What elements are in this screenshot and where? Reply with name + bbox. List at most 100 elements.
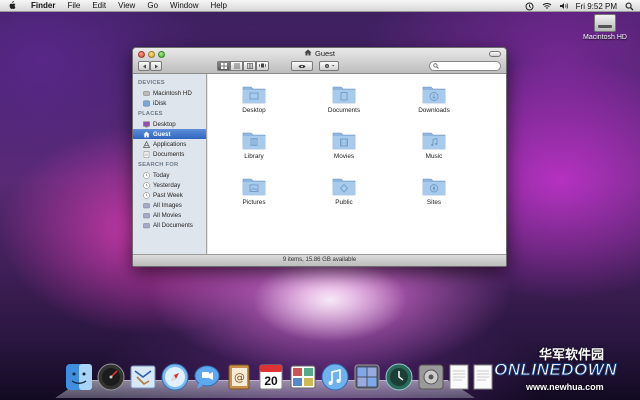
forward-button[interactable] <box>150 61 162 71</box>
dock-item-photo-booth[interactable] <box>288 362 318 392</box>
sidebar-header-search: SEARCH FOR <box>138 162 179 168</box>
folder-item-movies[interactable]: Movies <box>314 130 374 160</box>
clock-icon <box>143 181 150 189</box>
dock-item-dashboard[interactable] <box>96 362 126 392</box>
dock-item-ical[interactable]: 20 <box>256 362 286 392</box>
smart-folder-icon <box>143 212 150 218</box>
dock-item-mail[interactable] <box>128 362 158 392</box>
finder-window: Guest DEVICES Macintosh HD iDisk PLACES … <box>132 47 507 267</box>
home-icon <box>304 49 312 58</box>
dock: @ 20 <box>64 358 494 392</box>
sidebar-item-today[interactable]: Today <box>133 170 206 180</box>
sidebar-item-yesterday[interactable]: Yesterday <box>133 180 206 190</box>
sidebar-item-all-movies[interactable]: All Movies <box>133 210 206 220</box>
documents-icon <box>143 150 150 158</box>
column-view-button[interactable] <box>243 61 256 71</box>
action-menu-button[interactable] <box>319 61 339 71</box>
finder-icon <box>66 364 92 390</box>
wifi-icon[interactable] <box>542 2 552 11</box>
dock-item-finder[interactable] <box>64 362 94 392</box>
window-titlebar[interactable]: Guest <box>133 48 506 74</box>
toolbar-toggle-button[interactable] <box>489 51 501 57</box>
sidebar-item-label: Past Week <box>153 191 183 199</box>
folder-item-sites[interactable]: Sites <box>404 176 464 206</box>
documents-folder-icon <box>332 84 356 104</box>
clock[interactable]: Fri 9:52 PM <box>576 2 617 11</box>
sidebar-item-desktop[interactable]: Desktop <box>133 119 206 129</box>
menu-file[interactable]: File <box>61 0 86 12</box>
dock-item-time-machine[interactable] <box>384 362 414 392</box>
sidebar-item-past-week[interactable]: Past Week <box>133 190 206 200</box>
mail-icon <box>130 365 156 389</box>
sidebar-header-devices: DEVICES <box>138 80 165 86</box>
sidebar-header-places: PLACES <box>138 111 163 117</box>
ical-icon: 20 <box>259 364 283 390</box>
idisk-icon <box>143 100 150 106</box>
sites-folder-icon <box>422 176 446 196</box>
folder-content-area: Desktop Documents Downloads Library Movi… <box>208 74 506 254</box>
coverflow-view-button[interactable] <box>256 61 269 71</box>
public-folder-icon <box>332 176 356 196</box>
dock-item-spaces[interactable] <box>352 362 382 392</box>
menu-view[interactable]: View <box>112 0 141 12</box>
list-view-button[interactable] <box>230 61 243 71</box>
desktop-hd-icon[interactable]: Macintosh HD <box>576 14 634 41</box>
dock-item-safari[interactable] <box>160 362 190 392</box>
coverflow-view-icon <box>259 63 266 68</box>
sidebar-item-applications[interactable]: Applications <box>133 139 206 149</box>
time-machine-icon[interactable] <box>525 2 535 11</box>
sidebar-item-label: iDisk <box>153 99 167 107</box>
dock-item-itunes[interactable] <box>320 362 350 392</box>
clock-icon <box>143 171 150 179</box>
dashboard-icon <box>97 363 125 391</box>
menu-help[interactable]: Help <box>204 0 232 12</box>
sidebar-item-documents[interactable]: Documents <box>133 149 206 159</box>
volume-icon[interactable] <box>559 2 569 11</box>
dock-item-system-preferences[interactable] <box>416 362 446 392</box>
itunes-icon <box>321 363 349 391</box>
view-mode-buttons <box>217 61 269 71</box>
finder-sidebar: DEVICES Macintosh HD iDisk PLACES Deskto… <box>133 74 207 254</box>
menu-app-finder[interactable]: Finder <box>25 0 61 12</box>
apple-menu-icon[interactable] <box>8 1 17 11</box>
spotlight-icon[interactable] <box>624 2 634 11</box>
quick-look-button[interactable] <box>291 61 313 71</box>
dock-item-ichat[interactable] <box>192 362 222 392</box>
folder-label: Music <box>425 153 443 160</box>
sidebar-item-idisk[interactable]: iDisk <box>133 98 206 108</box>
folder-item-desktop[interactable]: Desktop <box>224 84 284 114</box>
menu-window[interactable]: Window <box>164 0 204 12</box>
watermark-url: www.newhua.com <box>526 382 604 392</box>
forward-arrow-icon <box>154 64 158 68</box>
search-input[interactable] <box>429 61 501 71</box>
folder-label: Movies <box>333 153 355 160</box>
icon-view-button[interactable] <box>217 61 230 71</box>
folder-item-documents[interactable]: Documents <box>314 84 374 114</box>
menu-go[interactable]: Go <box>141 0 164 12</box>
folder-item-music[interactable]: Music <box>404 130 464 160</box>
sidebar-item-macintosh-hd[interactable]: Macintosh HD <box>133 88 206 98</box>
sidebar-item-all-documents[interactable]: All Documents <box>133 220 206 230</box>
folder-item-downloads[interactable]: Downloads <box>404 84 464 114</box>
folder-item-pictures[interactable]: Pictures <box>224 176 284 206</box>
menu-edit[interactable]: Edit <box>86 0 112 12</box>
back-arrow-icon <box>142 64 146 68</box>
folder-item-public[interactable]: Public <box>314 176 374 206</box>
sidebar-item-guest[interactable]: Guest <box>133 129 206 139</box>
window-title: Guest <box>314 49 335 58</box>
downloads-folder-icon <box>422 84 446 104</box>
column-view-icon <box>246 63 253 69</box>
folder-label: Pictures <box>242 199 266 206</box>
smart-folder-icon <box>143 222 150 228</box>
sidebar-item-all-images[interactable]: All Images <box>133 200 206 210</box>
safari-icon <box>161 363 189 391</box>
folder-label: Documents <box>327 107 361 114</box>
home-icon <box>143 131 150 137</box>
dock-item-document-1[interactable] <box>448 362 470 392</box>
watermark: 华军软件园 ONLINEDOWN www.newhua.com <box>476 344 636 396</box>
back-button[interactable] <box>138 61 150 71</box>
sidebar-item-label: Yesterday <box>153 181 181 189</box>
dock-item-address-book[interactable]: @ <box>224 362 254 392</box>
folder-label: Sites <box>426 199 442 206</box>
folder-item-library[interactable]: Library <box>224 130 284 160</box>
